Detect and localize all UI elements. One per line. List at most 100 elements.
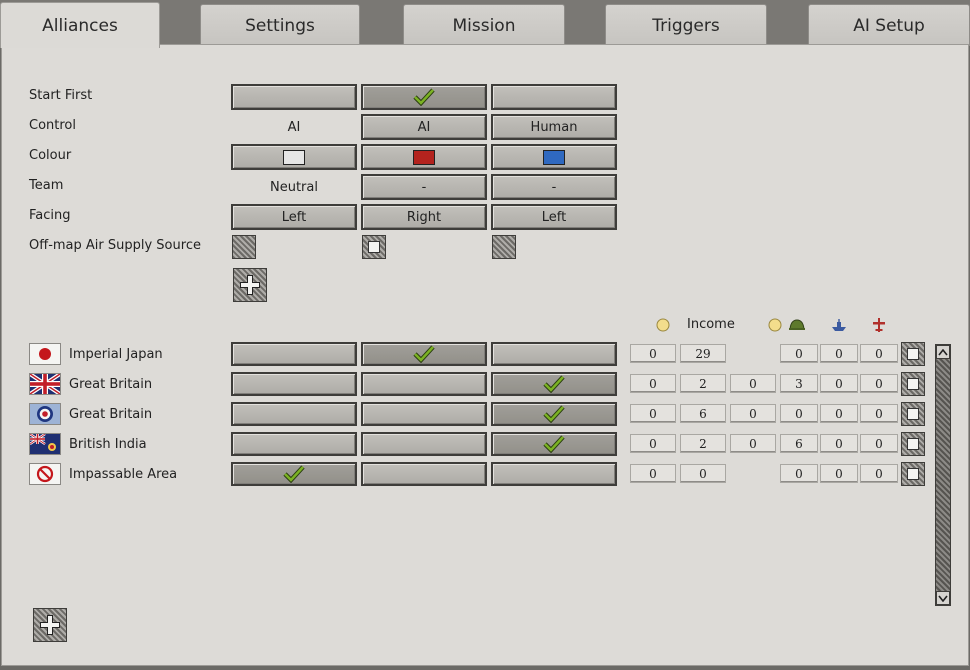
tab-label: Mission [452, 15, 516, 36]
scroll-up-button[interactable] [936, 345, 950, 359]
colour-button-3[interactable] [491, 144, 617, 170]
faction-value-field[interactable]: 0 [820, 404, 858, 423]
chevron-down-icon [938, 595, 948, 602]
faction-value-field[interactable]: 29 [680, 344, 726, 363]
tab-settings[interactable]: Settings [200, 4, 360, 46]
facing-button-2[interactable]: Right [361, 204, 487, 230]
plus-icon [40, 615, 60, 635]
faction-value-field[interactable]: 2 [680, 434, 726, 453]
plane-icon [873, 318, 885, 332]
raf-roundel-flag-icon [29, 403, 61, 425]
control-button-2[interactable]: AI [361, 114, 487, 140]
tab-alliances[interactable]: Alliances [0, 2, 160, 48]
start-first-button-1[interactable] [231, 84, 357, 110]
faction-checkbox[interactable] [901, 462, 925, 486]
start-first-button-2[interactable] [361, 84, 487, 110]
faction-side-button-2[interactable] [361, 462, 487, 486]
team-button-3[interactable]: - [491, 174, 617, 200]
faction-side-button-2[interactable] [361, 372, 487, 396]
coin-icon [768, 318, 782, 332]
faction-side-button-2[interactable] [361, 402, 487, 426]
air-supply-checkbox-3[interactable] [492, 235, 516, 259]
faction-checkbox[interactable] [901, 372, 925, 396]
faction-value-field[interactable]: 0 [860, 434, 898, 453]
checkbox-box [907, 438, 919, 450]
team-value-1: Neutral [270, 179, 318, 195]
team-button-2[interactable]: - [361, 174, 487, 200]
scroll-down-button[interactable] [936, 591, 950, 605]
faction-checkbox[interactable] [901, 342, 925, 366]
faction-side-button-1[interactable] [231, 342, 357, 366]
checkmark-icon [543, 435, 565, 453]
plus-icon [240, 275, 260, 295]
facing-button-1[interactable]: Left [231, 204, 357, 230]
tab-triggers[interactable]: Triggers [605, 4, 767, 46]
checkmark-icon [413, 88, 435, 106]
checkbox-box [907, 468, 919, 480]
faction-value-field[interactable]: 0 [630, 374, 676, 393]
colour-swatch [413, 149, 435, 165]
tab-ai-setup[interactable]: AI Setup [808, 4, 970, 46]
faction-value-field[interactable]: 0 [730, 404, 776, 423]
faction-side-button-1[interactable] [231, 432, 357, 456]
colour-button-2[interactable] [361, 144, 487, 170]
faction-value-field[interactable]: 0 [820, 374, 858, 393]
faction-value-field[interactable]: 2 [680, 374, 726, 393]
facing-button-3[interactable]: Left [491, 204, 617, 230]
faction-side-button-1[interactable] [231, 372, 357, 396]
colour-swatch [543, 149, 565, 165]
facing-value: Right [406, 209, 442, 225]
start-first-button-3[interactable] [491, 84, 617, 110]
start-first-label: Start First [29, 88, 93, 103]
faction-value-field[interactable]: 0 [820, 464, 858, 483]
team-label: Team [29, 178, 64, 193]
air-supply-checkbox-1[interactable] [232, 235, 256, 259]
faction-value-field[interactable]: 0 [630, 404, 676, 423]
faction-value-field[interactable]: 0 [780, 344, 818, 363]
add-side-button[interactable] [233, 268, 267, 302]
faction-value-field[interactable]: 0 [860, 404, 898, 423]
faction-side-button-3[interactable] [491, 372, 617, 396]
faction-side-button-1[interactable] [231, 402, 357, 426]
faction-scrollbar[interactable] [935, 344, 951, 606]
faction-value-field[interactable]: 0 [730, 374, 776, 393]
faction-value-field[interactable]: 0 [820, 434, 858, 453]
income-header: Income [687, 317, 735, 332]
faction-checkbox[interactable] [901, 432, 925, 456]
prohibited-icon [29, 463, 61, 485]
faction-name: Imperial Japan [69, 347, 163, 362]
faction-value-field[interactable]: 0 [860, 344, 898, 363]
faction-checkbox[interactable] [901, 402, 925, 426]
faction-side-button-3[interactable] [491, 402, 617, 426]
faction-value-field[interactable]: 3 [780, 374, 818, 393]
faction-value-field[interactable]: 0 [780, 464, 818, 483]
faction-value-field[interactable]: 0 [860, 464, 898, 483]
add-faction-button[interactable] [33, 608, 67, 642]
checkmark-icon [543, 405, 565, 423]
faction-value-field[interactable]: 0 [680, 464, 726, 483]
tab-mission[interactable]: Mission [403, 4, 565, 46]
faction-side-button-3[interactable] [491, 462, 617, 486]
faction-side-button-3[interactable] [491, 342, 617, 366]
faction-value-field[interactable]: 0 [630, 434, 676, 453]
faction-value-field[interactable]: 0 [730, 434, 776, 453]
faction-side-button-2[interactable] [361, 342, 487, 366]
faction-side-button-1[interactable] [231, 462, 357, 486]
faction-value-field[interactable]: 6 [780, 434, 818, 453]
team-value: - [421, 179, 427, 195]
coin-icon [656, 318, 670, 332]
faction-value-field[interactable]: 0 [630, 464, 676, 483]
faction-value-field[interactable]: 0 [630, 344, 676, 363]
faction-value-field[interactable]: 6 [680, 404, 726, 423]
faction-side-button-3[interactable] [491, 432, 617, 456]
faction-value-field[interactable]: 0 [780, 404, 818, 423]
colour-button-1[interactable] [231, 144, 357, 170]
faction-value-field[interactable]: 0 [820, 344, 858, 363]
control-button-3[interactable]: Human [491, 114, 617, 140]
faction-value-field[interactable]: 0 [860, 374, 898, 393]
team-value: - [551, 179, 557, 195]
faction-side-button-2[interactable] [361, 432, 487, 456]
checkmark-icon [413, 345, 435, 363]
air-supply-checkbox-2[interactable] [362, 235, 386, 259]
checkmark-icon [283, 465, 305, 483]
